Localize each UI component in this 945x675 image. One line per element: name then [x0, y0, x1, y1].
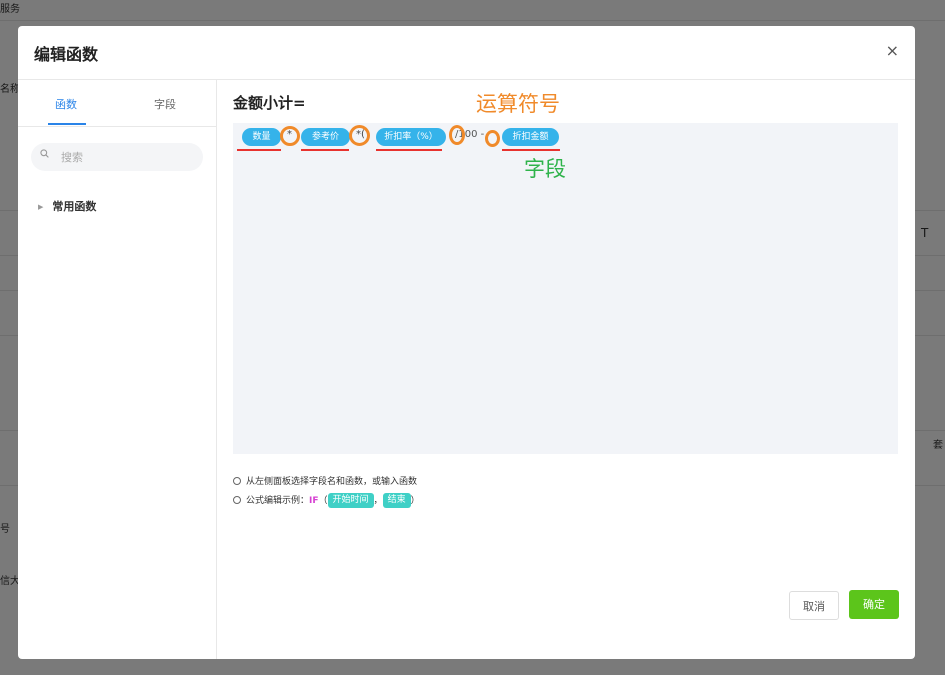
example-chip-end: 结束	[382, 493, 411, 508]
field-underline	[301, 149, 349, 151]
dialog-title: 编辑函数	[34, 45, 99, 64]
field-underline	[502, 149, 560, 151]
hint-text: 从左侧面板选择字段名和函数，或输入函数	[246, 477, 418, 487]
hint-line-2: 公式编辑示例：IF（ 开始时间，结束）	[233, 493, 420, 508]
hint-prefix: 公式编辑示例：	[246, 496, 310, 506]
operator-highlight-circle	[349, 125, 370, 146]
search-box	[31, 143, 203, 171]
cancel-button[interactable]: 取消	[789, 591, 839, 620]
bullet-circle-icon	[233, 477, 241, 485]
example-paren: （	[318, 496, 328, 506]
caret-right-icon: ▶	[38, 203, 44, 211]
dialog-header: 编辑函数 ×	[18, 26, 915, 80]
operator-highlight-circle	[485, 130, 500, 147]
example-keyword: IF	[309, 496, 319, 506]
panel-tabs: 函数 字段	[18, 80, 216, 127]
search-icon	[40, 149, 49, 158]
field-token-discount-amount[interactable]: 折扣金额	[502, 128, 559, 146]
example-chip-start: 开始时间	[327, 493, 374, 508]
field-annotation: 字段	[524, 157, 566, 181]
close-icon[interactable]: ×	[886, 41, 899, 60]
search-input[interactable]	[61, 148, 191, 166]
operator-highlight-circle	[449, 125, 465, 145]
field-underline	[237, 149, 281, 151]
field-underline	[376, 149, 442, 151]
edit-function-dialog: 编辑函数 × 函数 字段 ▶常用函数 金额小计= 运算符号 数量 * 参考价 *…	[18, 26, 915, 659]
confirm-button[interactable]: 确定	[849, 590, 899, 619]
bullet-circle-icon	[233, 496, 241, 504]
operator-highlight-circle	[280, 126, 300, 146]
tab-functions[interactable]: 函数	[55, 96, 77, 112]
tree-item-common-functions[interactable]: ▶ 常用函数	[38, 198, 96, 214]
field-token-quantity[interactable]: 数量	[242, 128, 281, 146]
operator-annotation: 运算符号	[476, 92, 560, 116]
field-token-discount-rate[interactable]: 折扣率（%）	[376, 128, 446, 146]
example-paren: ）	[410, 496, 420, 506]
left-panel: 函数 字段 ▶ 常用函数	[18, 80, 217, 659]
active-tab-indicator	[48, 123, 86, 125]
field-token-reference-price[interactable]: 参考价	[301, 128, 350, 146]
tree-item-label: 常用函数	[52, 200, 97, 213]
formula-title: 金额小计=	[233, 94, 306, 112]
example-separator: ，	[373, 496, 383, 506]
hint-line-1: 从左侧面板选择字段名和函数，或输入函数	[233, 474, 417, 487]
tab-fields[interactable]: 字段	[154, 96, 176, 112]
